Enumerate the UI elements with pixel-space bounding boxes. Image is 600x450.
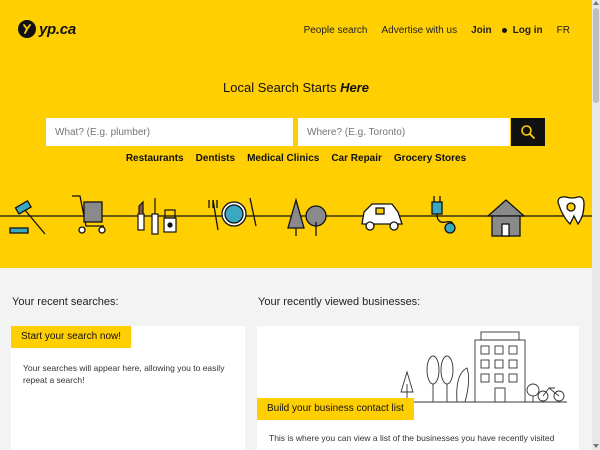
recent-searches-title: Your recent searches: [12, 296, 119, 308]
top-navigation: People search Advertise with us Join Log… [290, 25, 570, 36]
search-button[interactable] [511, 118, 545, 146]
recently-viewed-title: Your recently viewed businesses: [258, 296, 421, 308]
scroll-up-arrow-icon[interactable] [593, 1, 599, 5]
tooth-icon [557, 196, 585, 226]
what-search-input[interactable] [46, 118, 293, 146]
hero-tagline: Local Search Starts Here [0, 80, 592, 95]
people-search-link[interactable]: People search [304, 25, 368, 36]
tagline-emphasis: Here [340, 80, 369, 95]
logo-text: yp.ca [39, 20, 76, 38]
hero-banner: yp.ca People search Advertise with us Jo… [0, 0, 592, 268]
category-links: Restaurants Dentists Medical Clinics Car… [0, 153, 592, 164]
recent-searches-card: Start your search now! Your searches wil… [11, 326, 245, 450]
join-link[interactable]: Join [471, 25, 492, 36]
yp-logo[interactable]: yp.ca [18, 20, 76, 38]
category-medical-clinics[interactable]: Medical Clinics [247, 153, 319, 164]
tagline-text: Local Search Starts [223, 80, 341, 95]
plug-icon [431, 196, 456, 234]
scrollbar-thumb[interactable] [593, 8, 599, 103]
language-toggle[interactable]: FR [557, 25, 570, 36]
build-contact-list-tag[interactable]: Build your business contact list [257, 398, 414, 420]
login-link[interactable]: Log in [513, 25, 543, 36]
house-icon [486, 199, 526, 237]
car-icon [361, 203, 403, 231]
advertise-link[interactable]: Advertise with us [382, 25, 458, 36]
scroll-down-arrow-icon[interactable] [593, 444, 599, 448]
page-scrollbar[interactable] [592, 0, 600, 450]
city-illustration [397, 331, 567, 403]
where-search-input[interactable] [298, 118, 510, 146]
gavel-icon [9, 200, 46, 235]
start-search-tag[interactable]: Start your search now! [11, 326, 132, 348]
category-illustrations [0, 195, 592, 237]
dining-icon [208, 197, 257, 231]
recently-viewed-card: Build your business contact list This is… [257, 326, 579, 450]
search-icon [521, 125, 535, 139]
recently-viewed-text: This is where you can view a list of the… [269, 433, 555, 443]
nav-separator-dot [501, 28, 507, 33]
hand-truck-icon [72, 195, 106, 234]
category-grocery-stores[interactable]: Grocery Stores [394, 153, 466, 164]
trees-icon [287, 197, 327, 236]
category-dentists[interactable]: Dentists [196, 153, 235, 164]
category-restaurants[interactable]: Restaurants [126, 153, 184, 164]
yp-logo-icon [18, 20, 36, 38]
category-car-repair[interactable]: Car Repair [331, 153, 382, 164]
recent-searches-text: Your searches will appear here, allowing… [23, 363, 225, 385]
